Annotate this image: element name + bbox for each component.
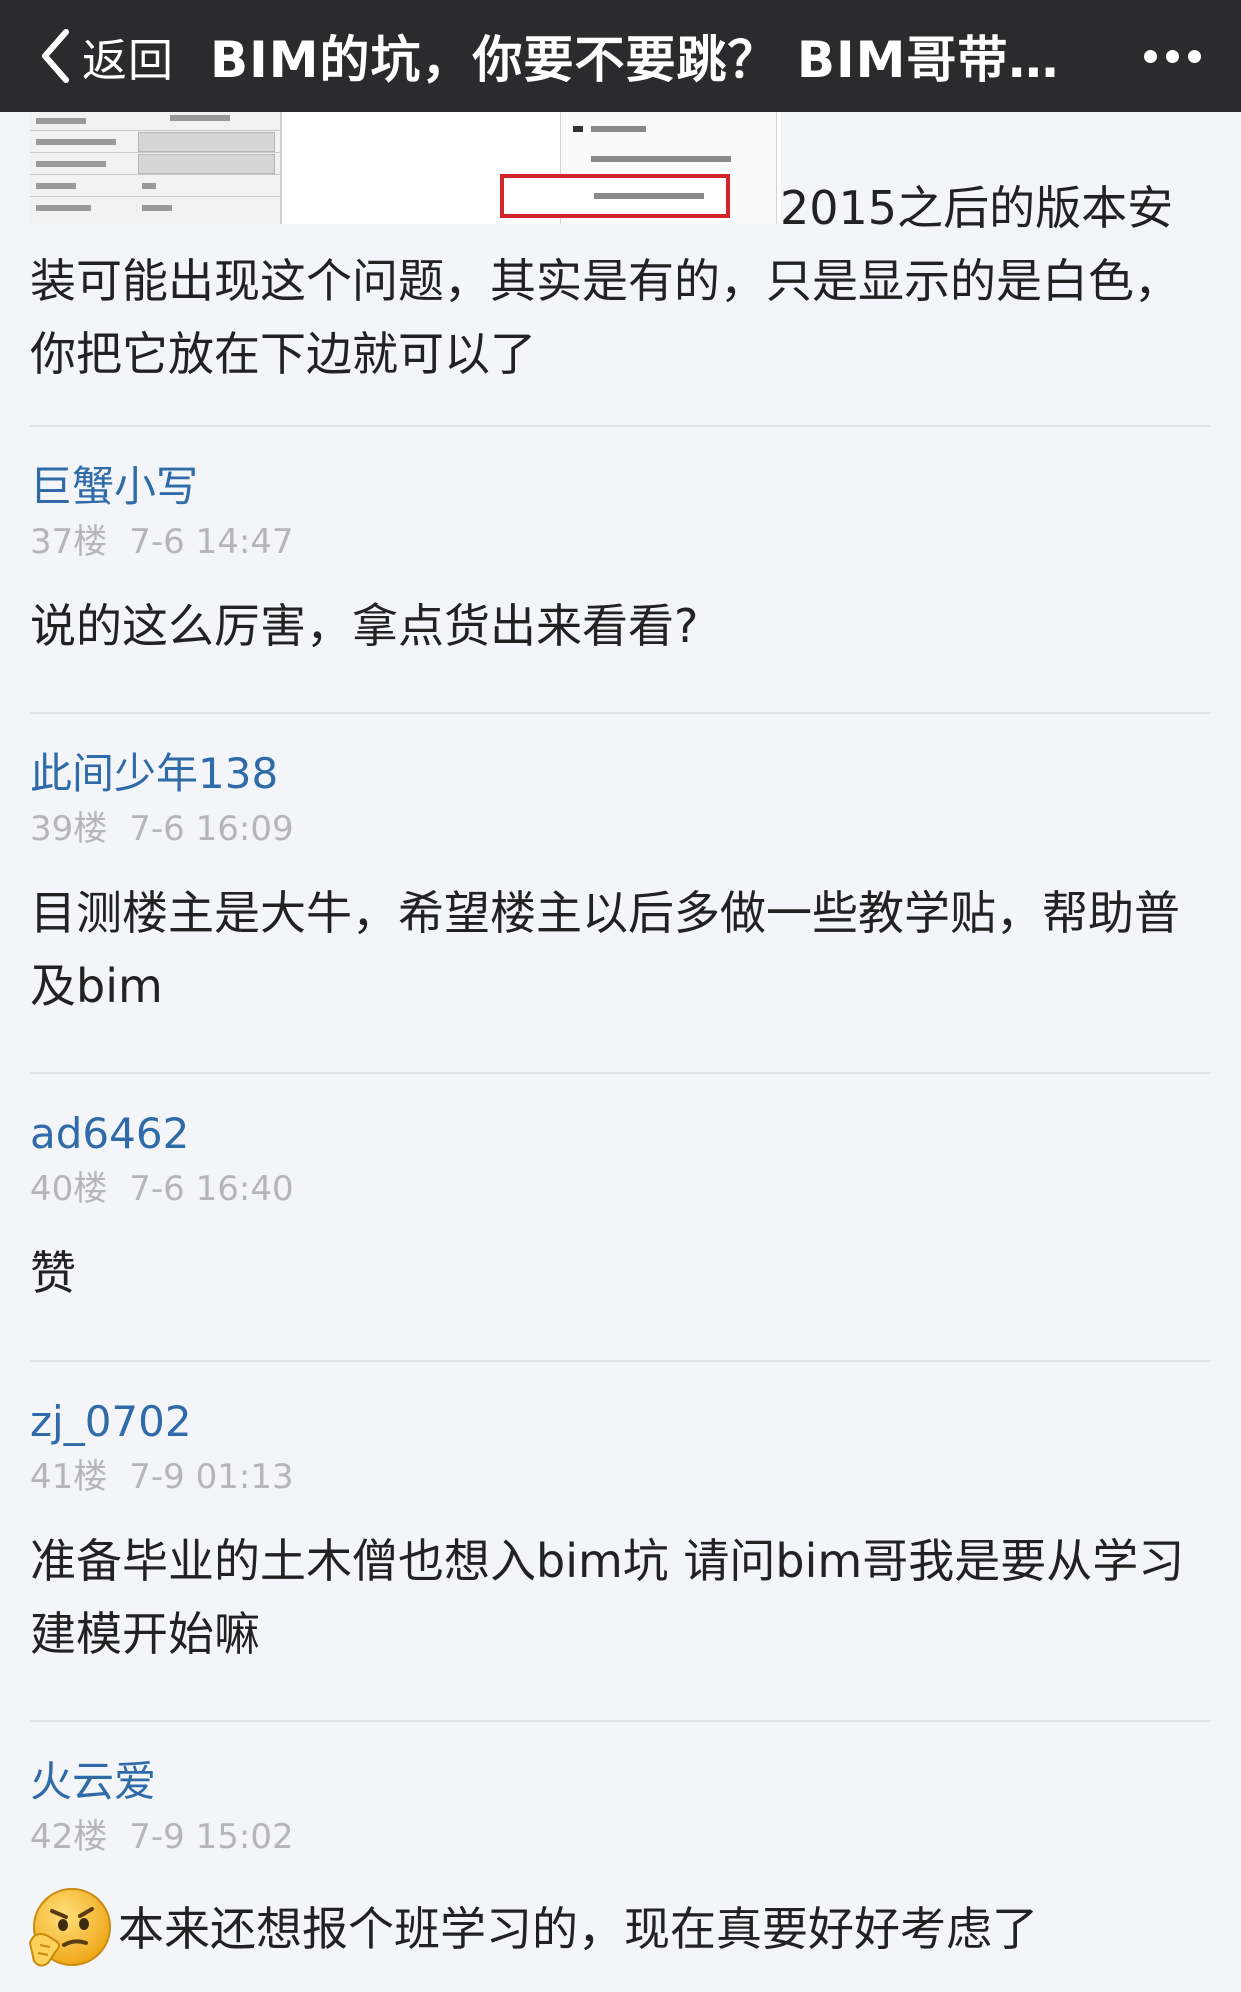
reply-meta: 40楼 7-6 16:40 (30, 1169, 1211, 1209)
reply-time: 7-6 16:40 (129, 1169, 294, 1209)
back-button[interactable]: 返回 (40, 0, 174, 112)
thinking-face-emoji-icon (26, 1885, 114, 1973)
floor-number: 40楼 (30, 1169, 108, 1209)
reply-username[interactable]: 此间少年138 (30, 749, 1211, 799)
reply-meta: 39楼 7-6 16:09 (30, 809, 1211, 849)
reply-time: 7-6 16:09 (129, 809, 294, 849)
divider (30, 1720, 1211, 1722)
reply-meta: 42楼 7-9 15:02 (30, 1817, 1211, 1857)
reply-body: 准备毕业的土木僧也想入bim坑 请问bim哥我是要从学习建模开始嘛 (30, 1534, 1185, 1661)
reply-post: 火云爱 42楼 7-9 15:02 本来还想报个班学习的，现在真要好好考虑了 (28, 1757, 1211, 1973)
floor-number: 39楼 (30, 809, 108, 849)
back-label: 返回 (82, 33, 175, 87)
reply-body: 赞 (30, 1246, 76, 1300)
page-title: BIM的坑，你要不要跳？ BIM哥带… (210, 31, 1060, 89)
reply-body: 目测楼主是大牛，希望楼主以后多做一些教学贴，帮助普及bim (30, 886, 1180, 1013)
reply-username[interactable]: ad6462 (30, 1109, 1211, 1159)
reply-username[interactable]: 火云爱 (30, 1757, 1211, 1807)
reply-post: 此间少年138 39楼 7-6 16:09 目测楼主是大牛，希望楼主以后多做一些… (30, 749, 1211, 1023)
chevron-left-icon (40, 28, 70, 84)
reply-post: zj_0702 41楼 7-9 01:13 准备毕业的土木僧也想入bim坑 请问… (30, 1397, 1211, 1671)
reply-body: 本来还想报个班学习的，现在真要好好考虑了 (28, 1885, 1211, 1973)
reply-body-text: 本来还想报个班学习的，现在真要好好考虑了 (118, 1901, 1038, 1956)
divider (30, 712, 1211, 714)
divider (30, 1072, 1211, 1074)
reply-body: 说的这么厉害，拿点货出来看看? (30, 599, 699, 653)
reply-post: 巨蟹小写 37楼 7-6 14:47 说的这么厉害，拿点货出来看看? (30, 462, 1211, 663)
thread-content: 2015之后的版本安装可能出现这个问题，其实是有的，只是显示的是白色，你把它放在… (0, 112, 1241, 1992)
reply-time: 7-9 15:02 (129, 1817, 294, 1857)
reply-meta: 37楼 7-6 14:47 (30, 522, 1211, 562)
floor-number: 41楼 (30, 1457, 108, 1497)
floor-number: 37楼 (30, 522, 108, 562)
floor-number: 42楼 (30, 1817, 108, 1857)
top-navigation-bar: 返回 BIM的坑，你要不要跳？ BIM哥带… (0, 0, 1241, 112)
reply-time: 7-6 14:47 (129, 522, 294, 562)
more-dots-icon[interactable] (1144, 0, 1201, 112)
reply-post: ad6462 40楼 7-6 16:40 赞 (30, 1109, 1211, 1310)
divider (30, 425, 1211, 427)
divider (30, 1360, 1211, 1362)
reply-time: 7-9 01:13 (129, 1457, 294, 1497)
reply-username[interactable]: zj_0702 (30, 1397, 1211, 1447)
reply-meta: 41楼 7-9 01:13 (30, 1457, 1211, 1497)
post-body-text: 2015之后的版本安装可能出现这个问题，其实是有的，只是显示的是白色，你把它放在… (30, 181, 1180, 381)
reply-username[interactable]: 巨蟹小写 (30, 462, 1211, 512)
